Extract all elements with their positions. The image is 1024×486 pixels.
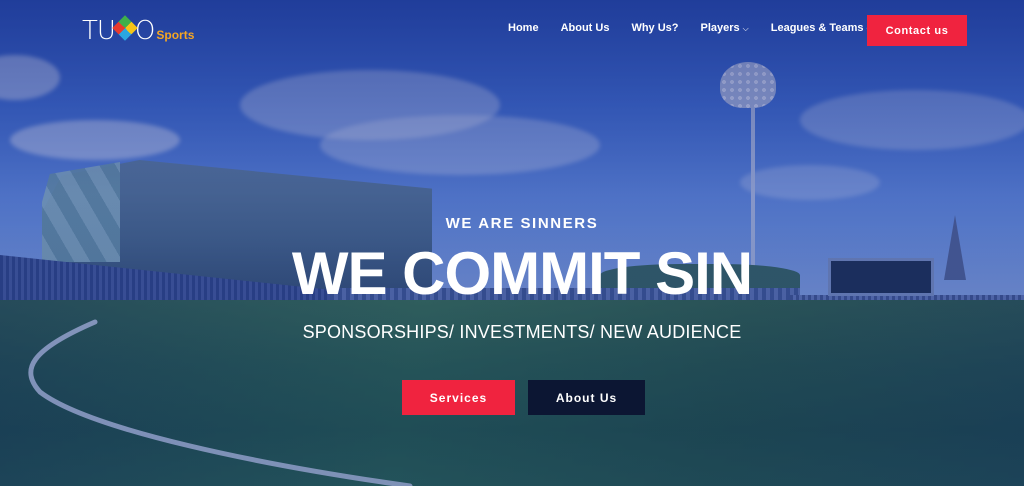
contact-us-button[interactable]: Contact us — [867, 15, 967, 46]
brand-logo[interactable]: TU O Sports — [82, 15, 195, 46]
hero-eyebrow: WE ARE SINNERS — [445, 215, 599, 232]
hero-headline: WE COMMIT SIN — [291, 240, 753, 307]
nav-why-us[interactable]: Why Us? — [631, 22, 678, 34]
about-us-button[interactable]: About Us — [528, 380, 645, 415]
nav-leagues-teams[interactable]: Leagues & Teams⌵ — [771, 22, 873, 34]
main-menu: Home About Us Why Us? Players ⌵ Leagues &… — [508, 22, 873, 34]
nav-about-us[interactable]: About Us — [561, 22, 610, 34]
hero-tagline: SPONSORSHIPS/ INVESTMENTS/ NEW AUDIENCE — [302, 322, 742, 342]
nav-home[interactable]: Home — [508, 22, 539, 34]
chevron-down-icon: ⌵ — [742, 24, 749, 33]
logo-mark: TU O — [82, 15, 155, 46]
top-navigation: TU O Sports Home About Us Why Us? Players… — [0, 0, 1024, 60]
logo-sports-text: Sports — [156, 28, 195, 42]
logo-gem-icon — [112, 15, 138, 41]
nav-players[interactable]: Players ⌵ — [701, 22, 749, 34]
services-button[interactable]: Services — [402, 380, 515, 415]
